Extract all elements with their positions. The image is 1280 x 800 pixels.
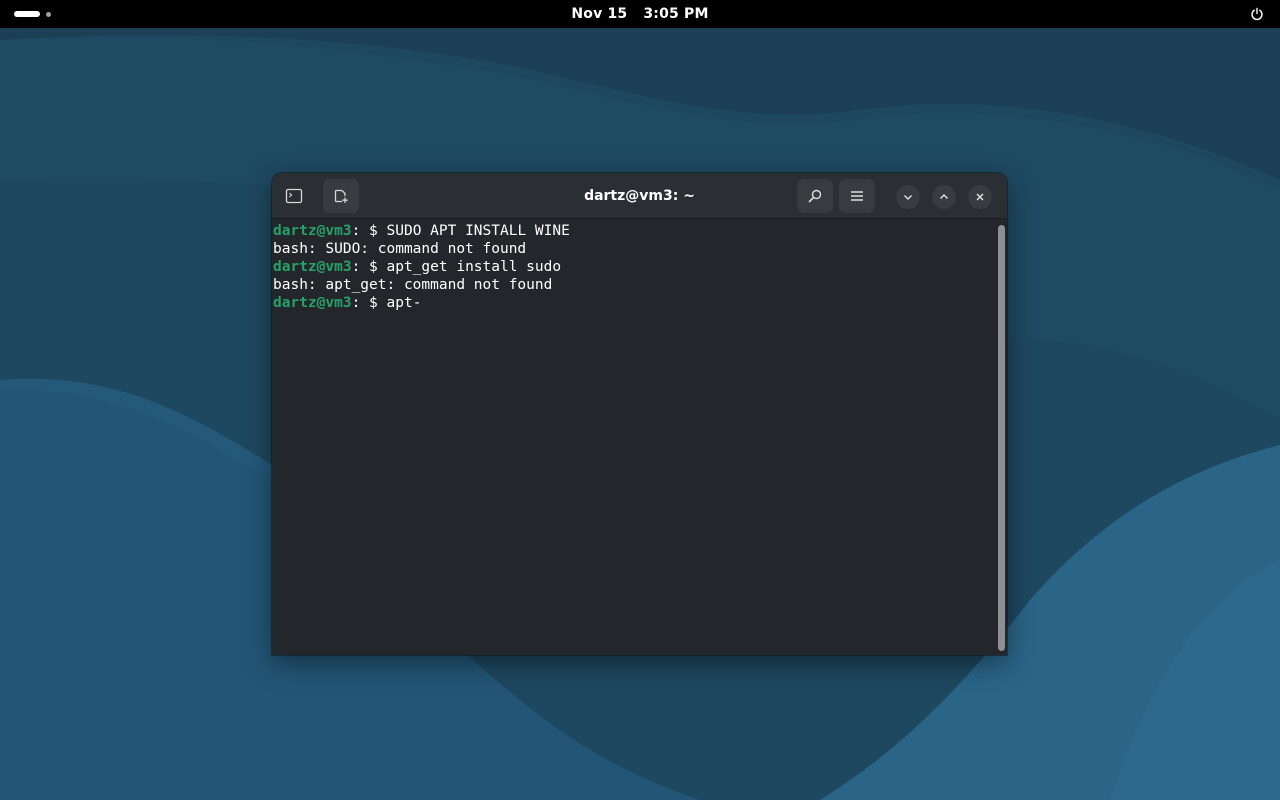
new-terminal-icon (334, 189, 348, 203)
command-text: apt_get install sudo (386, 259, 562, 275)
terminal-command-line: dartz@vm3: $ apt- (273, 294, 993, 312)
close-button[interactable] (968, 185, 992, 209)
window-headerbar[interactable]: dartz@vm3: ~ (272, 173, 1007, 219)
terminal-output-line: bash: SUDO: command not found (273, 241, 527, 257)
prompt-suffix: : $ (351, 295, 387, 311)
power-icon[interactable] (1250, 7, 1264, 21)
prompt-suffix: : $ (351, 259, 387, 275)
main-menu-button[interactable] (839, 179, 875, 213)
search-button[interactable] (797, 179, 833, 213)
terminal-output[interactable]: dartz@vm3: $ SUDO APT INSTALL WINE bash: … (272, 220, 994, 655)
workspace-dot-icon (46, 11, 51, 17)
maximize-button[interactable] (932, 185, 956, 209)
prompt-user: dartz@vm3 (273, 295, 352, 311)
minimize-button[interactable] (896, 185, 920, 209)
activities-button[interactable] (14, 9, 51, 19)
date-label: Nov 15 (571, 6, 628, 22)
hamburger-menu-icon (851, 191, 863, 201)
terminal-scrollbar[interactable] (998, 225, 1005, 651)
prompt-suffix: : $ (351, 223, 387, 239)
new-window-button[interactable] (323, 179, 359, 213)
terminal-output-line: bash: apt_get: command not found (273, 277, 553, 293)
terminal-command-line: dartz@vm3: $ SUDO APT INSTALL WINE (273, 222, 993, 240)
clock[interactable]: Nov 15 3:05 PM (571, 6, 708, 22)
search-icon (808, 189, 822, 203)
chevron-up-icon (940, 194, 948, 199)
new-tab-button[interactable] (276, 179, 312, 213)
command-text: apt- (386, 295, 422, 311)
chevron-down-icon (904, 195, 912, 200)
prompt-user: dartz@vm3 (273, 259, 352, 275)
terminal-tab-icon (285, 188, 303, 204)
terminal-window: dartz@vm3: ~ dartz@vm3: $ SUDO APT INSTA… (272, 173, 1007, 655)
terminal-command-line: dartz@vm3: $ apt_get install sudo (273, 258, 993, 276)
time-label: 3:05 PM (643, 6, 709, 22)
workspace-indicator-icon (14, 11, 40, 17)
command-text: SUDO APT INSTALL WINE (386, 223, 570, 239)
top-bar: Nov 15 3:05 PM (0, 0, 1280, 28)
close-icon (976, 193, 984, 201)
prompt-user: dartz@vm3 (273, 223, 352, 239)
